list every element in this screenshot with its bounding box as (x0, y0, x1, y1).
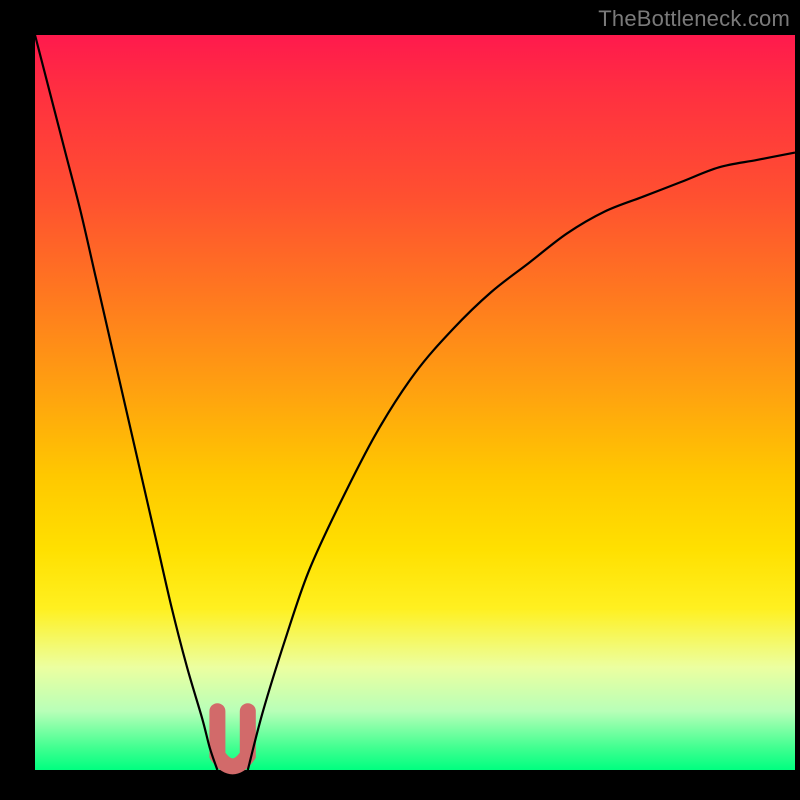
curve-layer (35, 35, 795, 770)
left-branch-curve (35, 35, 217, 770)
chart-frame: TheBottleneck.com (0, 0, 800, 800)
watermark-text: TheBottleneck.com (598, 6, 790, 32)
plot-area (35, 35, 795, 770)
valley-highlight (217, 711, 247, 766)
right-branch-curve (248, 153, 795, 770)
